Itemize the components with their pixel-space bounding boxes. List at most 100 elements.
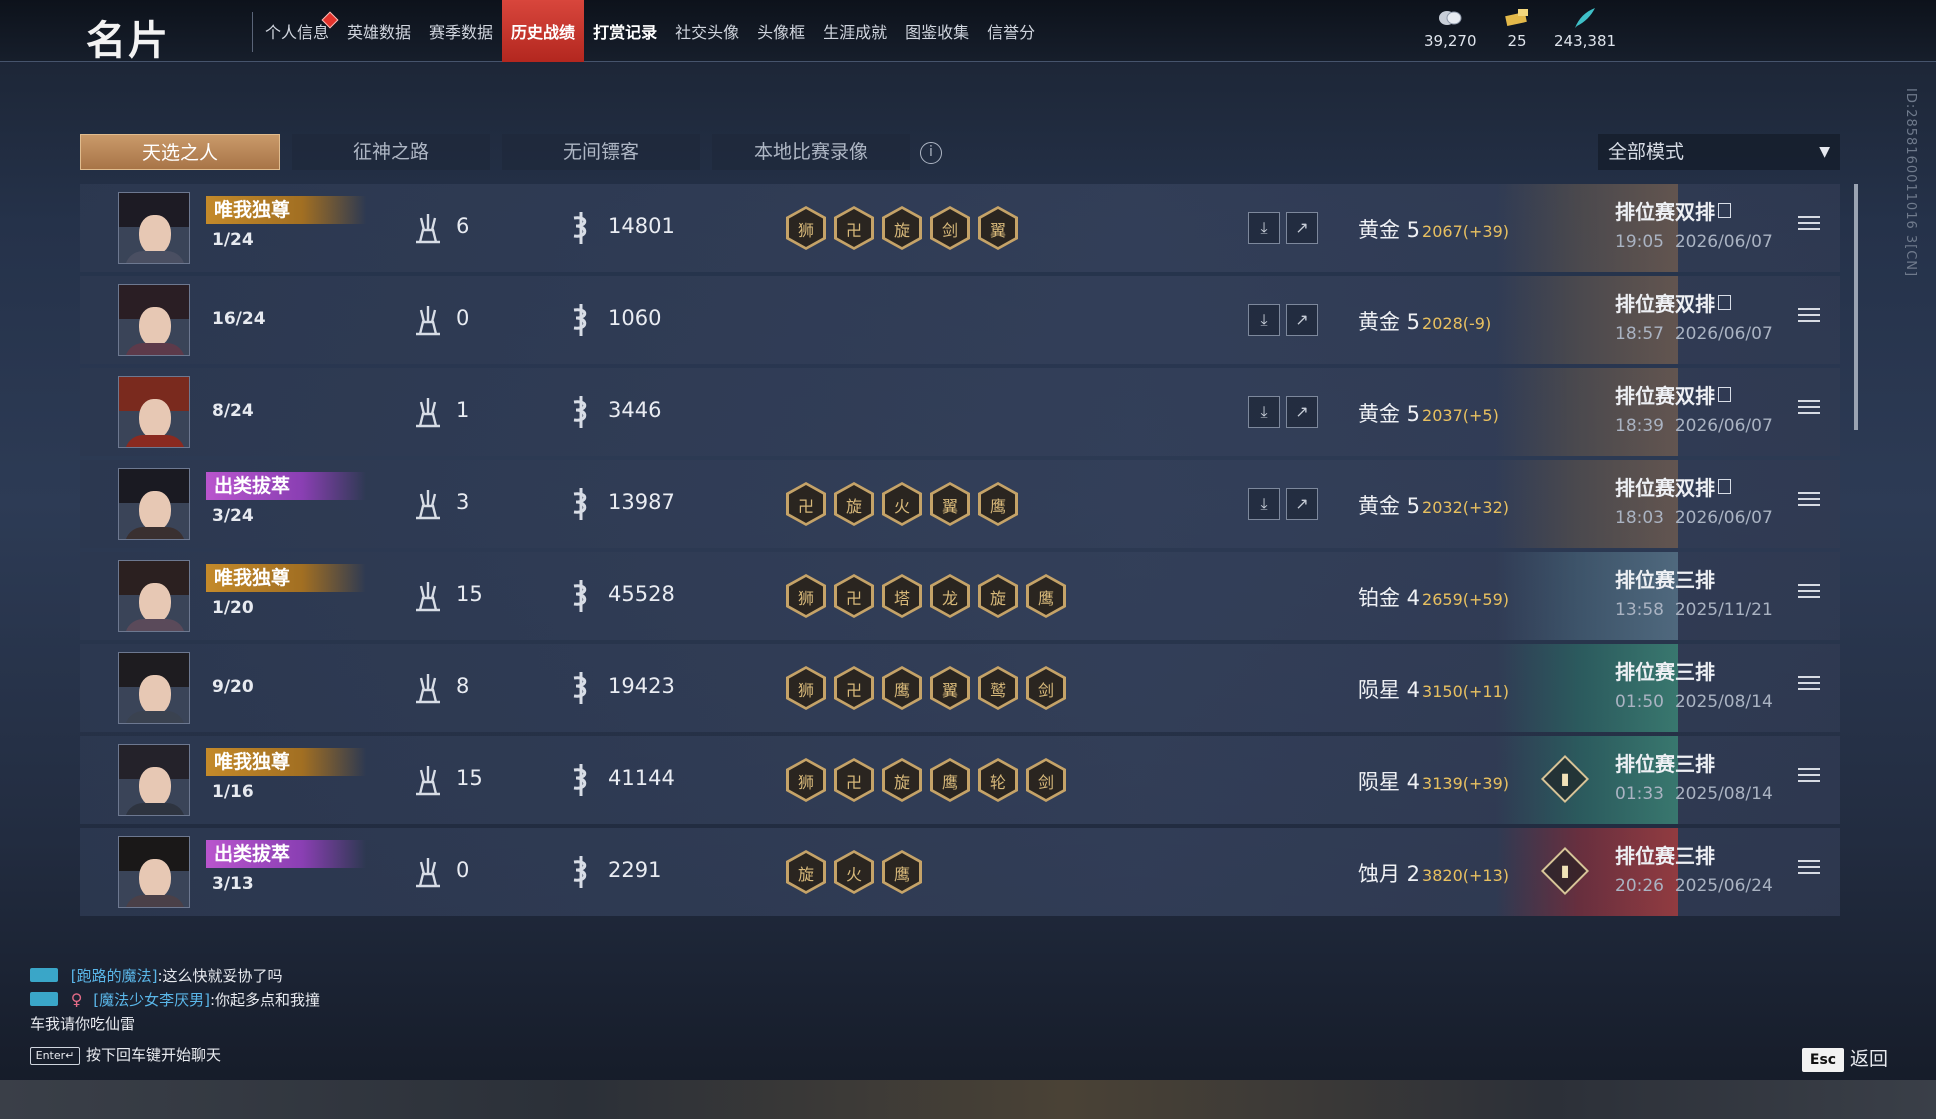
achievement-badge-icon[interactable]: 鹰 [882, 666, 922, 710]
share-button[interactable]: ↗ [1286, 488, 1318, 520]
download-replay-button[interactable]: ⤓ [1248, 304, 1280, 336]
achievement-badge-icon[interactable]: 旋 [834, 482, 874, 526]
tab-6[interactable]: 头像框 [748, 0, 814, 62]
sub-tab-local-replay[interactable]: 本地比赛录像 [712, 134, 910, 170]
share-button[interactable]: ↗ [1286, 396, 1318, 428]
tab-4[interactable]: 打赏记录 [584, 0, 666, 62]
document-icon [1718, 295, 1731, 310]
kills-icon [416, 398, 440, 428]
achievement-glyph: 旋 [893, 773, 910, 792]
achievement-badge-icon[interactable]: 狮 [786, 758, 826, 802]
chat-sender[interactable]: [魔法少女李厌男] [93, 991, 210, 1009]
tab-0[interactable]: 个人信息 [256, 0, 339, 62]
sub-tab-tianxuan[interactable]: 天选之人 [80, 134, 280, 170]
chat-hint-text: 按下回车键开始聊天 [86, 1046, 222, 1064]
tier-label: 陨星 4 3139(+39) [1358, 766, 1509, 796]
tier-label: 黄金 5 2067(+39) [1358, 214, 1509, 244]
tab-8[interactable]: 图鉴收集 [896, 0, 978, 62]
download-replay-button[interactable]: ⤓ [1248, 488, 1280, 520]
achievement-badge-icon[interactable]: 火 [882, 482, 922, 526]
achievement-glyph: 狮 [797, 589, 814, 608]
scrollbar[interactable] [1854, 184, 1858, 430]
menu-icon[interactable] [1798, 492, 1820, 510]
achievement-badge-icon[interactable]: 鹰 [1026, 574, 1066, 618]
sub-tab-zhengshen[interactable]: 征神之路 [292, 134, 490, 170]
title-badge: 唯我独尊 [206, 196, 366, 224]
match-mode-label: 排位赛三排 [1615, 568, 1715, 592]
achievement-badge-icon[interactable]: 轮 [978, 758, 1018, 802]
achievement-badge-icon[interactable]: 翼 [930, 482, 970, 526]
tab-1[interactable]: 英雄数据 [338, 0, 420, 62]
share-button[interactable]: ↗ [1286, 212, 1318, 244]
share-button[interactable]: ↗ [1286, 304, 1318, 336]
placement: 1/20 [212, 598, 254, 618]
achievement-badge-icon[interactable]: 旋 [786, 850, 826, 894]
match-row[interactable]: 唯我独尊 1/24 6 14801 狮 卍 旋 剑 翼 ⤓ ↗ 黄金 5 2067(+39) 排位赛双排 1… [80, 184, 1840, 272]
download-replay-button[interactable]: ⤓ [1248, 212, 1280, 244]
achievement-badge-icon[interactable]: 卍 [834, 758, 874, 802]
tab-3[interactable]: 历史战绩 [502, 0, 585, 62]
match-mode-label: 排位赛三排 [1615, 752, 1715, 776]
mode-filter-value: 全部模式 [1608, 141, 1685, 163]
damage-value: 2291 [608, 858, 662, 882]
tier-label: 铂金 4 2659(+59) [1358, 582, 1509, 612]
achievement-badge-icon[interactable]: 狮 [786, 206, 826, 250]
achievement-badge-icon[interactable]: 火 [834, 850, 874, 894]
achievement-glyph: 火 [893, 497, 910, 516]
match-row[interactable]: 8/24 1 3446 ⤓ ↗ 黄金 5 2037(+5) 排位赛双排 18:39 2026/0… [80, 368, 1840, 456]
match-row[interactable]: 唯我独尊 1/16 15 41144 狮卍旋鹰轮剑 ▮ 陨星 4 3139(+39) 排位赛三排… [80, 736, 1840, 824]
tab-7[interactable]: 生涯成就 [814, 0, 896, 62]
placement: 3/13 [212, 874, 254, 894]
achievement-badge-icon[interactable]: 卍 [786, 482, 826, 526]
info-icon[interactable]: i [920, 142, 942, 164]
kills-value: 0 [456, 306, 470, 330]
chat-hint[interactable]: Enter↵ 按下回车键开始聊天 [30, 1044, 221, 1065]
match-row[interactable]: 出类拔萃 3/24 3 13987 卍 旋 火 翼 鹰 ⤓ ↗ 黄金 5 2032(+32) 排位赛双排 1… [80, 460, 1840, 548]
achievement-badge-icon[interactable]: 卍 [834, 666, 874, 710]
menu-icon[interactable] [1798, 584, 1820, 602]
menu-icon[interactable] [1798, 860, 1820, 878]
sub-tab-wujian[interactable]: 无间镖客 [502, 134, 700, 170]
menu-icon[interactable] [1798, 400, 1820, 418]
achievement-badge-icon[interactable]: 旋 [882, 758, 922, 802]
match-datetime: 18:03 2026/06/07 [1615, 508, 1773, 528]
back-button[interactable]: Esc 返回 [1802, 1044, 1888, 1072]
match-row[interactable]: 9/20 8 19423 狮 卍 鹰 翼 鹫 剑 陨星 4 3150(+11) 排位赛三排 01:50 … [80, 644, 1840, 732]
achievement-badge-icon[interactable]: 鹰 [930, 758, 970, 802]
achievement-badge-icon[interactable]: 鹫 [978, 666, 1018, 710]
achievement-badge-icon[interactable]: 翼 [978, 206, 1018, 250]
achievement-badge-icon[interactable]: 卍 [834, 574, 874, 618]
tier-score: 2659(+59) [1422, 590, 1510, 609]
achievement-badge-icon[interactable]: 龙 [930, 574, 970, 618]
achievement-badge-icon[interactable]: 狮 [786, 666, 826, 710]
download-replay-button[interactable]: ⤓ [1248, 396, 1280, 428]
tab-5[interactable]: 社交头像 [666, 0, 748, 62]
mode-filter-select[interactable]: 全部模式 ▼ [1598, 134, 1840, 170]
match-row[interactable]: 唯我独尊 1/20 15 45528 狮 卍 塔 龙 旋 鹰 铂金 4 2659(+59) 排位赛三排 1… [80, 552, 1840, 640]
tier-label: 蚀月 2 3820(+13) [1358, 858, 1509, 888]
tab-9[interactable]: 信誉分 [978, 0, 1044, 62]
achievement-badge-icon[interactable]: 剑 [1026, 758, 1066, 802]
achievement-badge-icon[interactable]: 旋 [882, 206, 922, 250]
avatar-face [139, 491, 171, 531]
menu-icon[interactable] [1798, 308, 1820, 326]
menu-icon[interactable] [1798, 768, 1820, 786]
tab-2[interactable]: 赛季数据 [420, 0, 502, 62]
match-row[interactable]: 16/24 0 1060 ⤓ ↗ 黄金 5 2028(-9) 排位赛双排 18:57 2026/… [80, 276, 1840, 364]
tier-name: 陨星 4 [1358, 770, 1421, 794]
menu-icon[interactable] [1798, 216, 1820, 234]
achievement-badge-icon[interactable]: 鹰 [978, 482, 1018, 526]
chat-sender[interactable]: [跑路的魔法] [71, 967, 158, 985]
menu-icon[interactable] [1798, 676, 1820, 694]
achievement-badge-icon[interactable]: 翼 [930, 666, 970, 710]
damage-icon [573, 764, 587, 796]
match-datetime: 20:26 2025/06/24 [1615, 876, 1773, 896]
match-row[interactable]: 出类拔萃 3/13 0 2291 旋火鹰 ▮ 蚀月 2 3820(+13) 排位赛三排 20:26… [80, 828, 1840, 916]
achievement-badge-icon[interactable]: 鹰 [882, 850, 922, 894]
achievement-badge-icon[interactable]: 剑 [930, 206, 970, 250]
achievement-badge-icon[interactable]: 旋 [978, 574, 1018, 618]
achievement-badge-icon[interactable]: 卍 [834, 206, 874, 250]
achievement-badge-icon[interactable]: 塔 [882, 574, 922, 618]
achievement-badge-icon[interactable]: 狮 [786, 574, 826, 618]
achievement-badge-icon[interactable]: 剑 [1026, 666, 1066, 710]
